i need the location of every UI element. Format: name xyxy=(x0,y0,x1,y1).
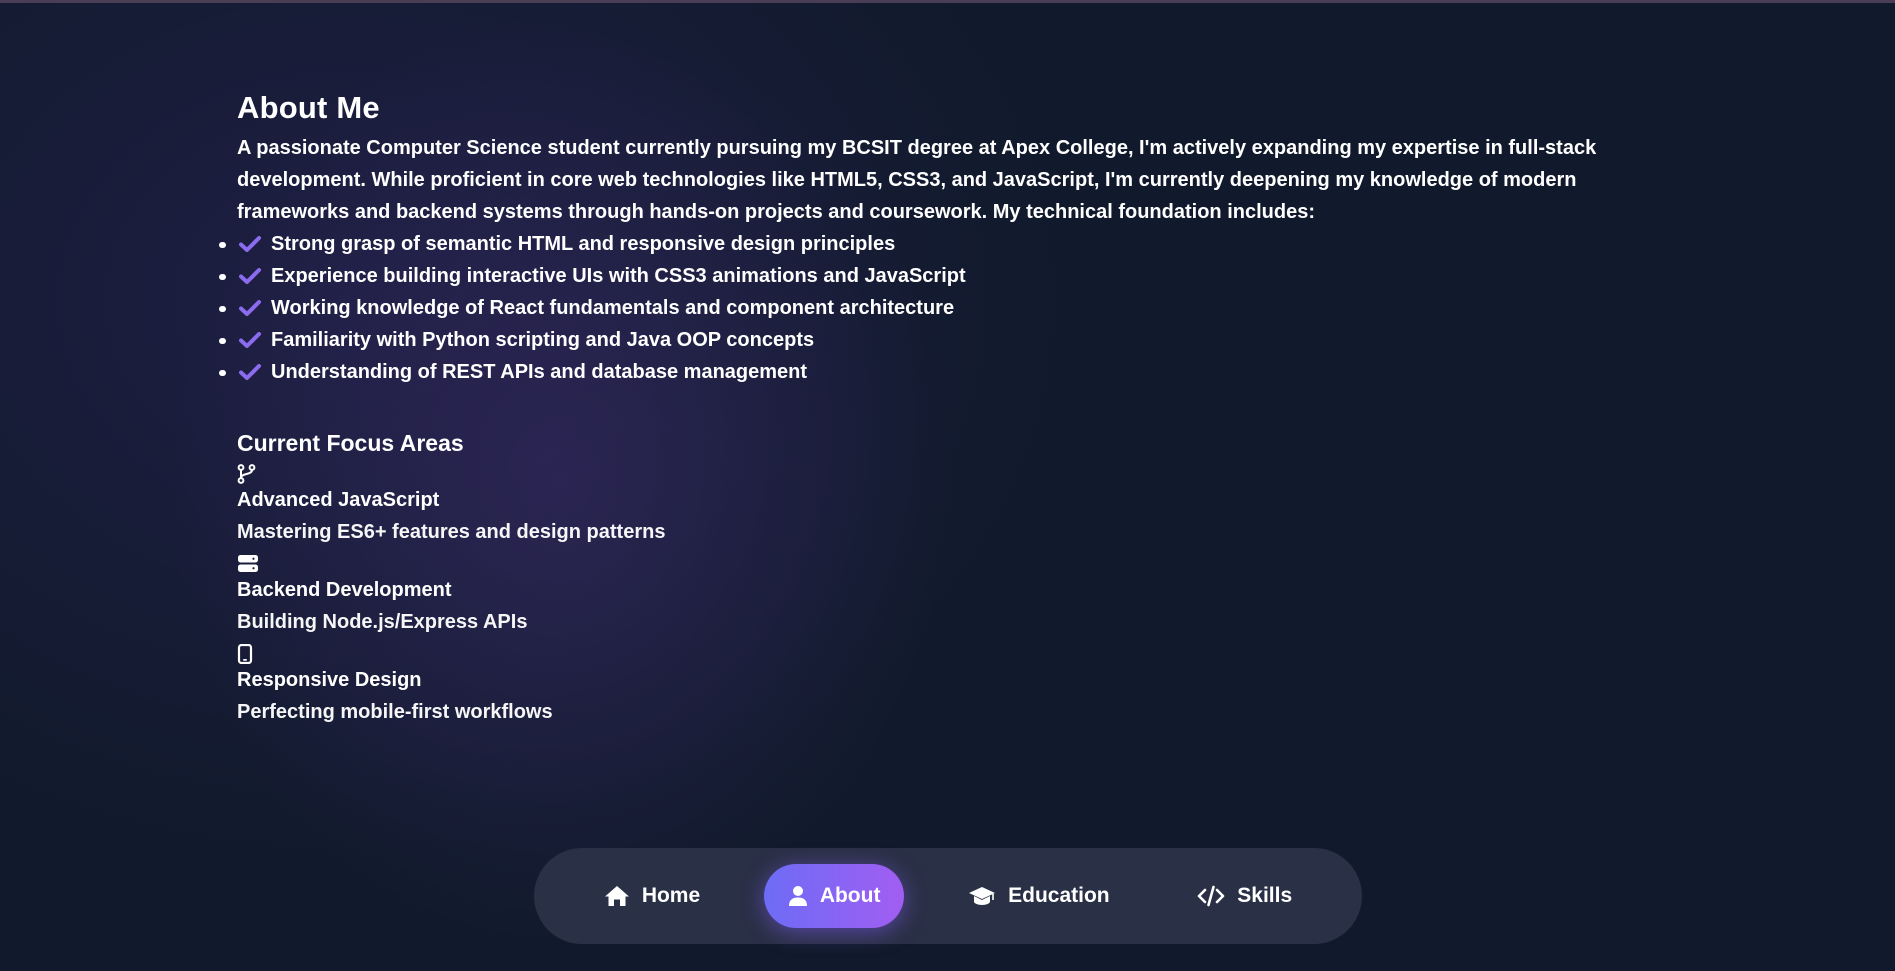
page-title: About Me xyxy=(237,90,380,125)
list-item: Understanding of REST APIs and database … xyxy=(220,356,1657,388)
focus-item-desc: Perfecting mobile-first workflows xyxy=(237,701,553,723)
nav-item-about[interactable]: About xyxy=(763,864,905,928)
check-icon xyxy=(239,332,261,348)
list-item-text: Working knowledge of React fundamentals … xyxy=(271,297,955,319)
check-icon xyxy=(239,236,261,252)
nav-item-label: Education xyxy=(1008,884,1110,907)
nav-item-label: Home xyxy=(641,884,701,907)
focus-item-javascript: Advanced JavaScript Mastering ES6+ featu… xyxy=(237,458,1657,548)
check-icon xyxy=(239,364,261,380)
nav-item-label: Skills xyxy=(1237,884,1293,907)
nav-item-skills[interactable]: Skills xyxy=(1173,864,1316,928)
bullet xyxy=(220,242,226,248)
focus-item-title: Responsive Design xyxy=(237,669,422,691)
focus-item-title: Advanced JavaScript xyxy=(237,489,440,511)
list-item: Strong grasp of semantic HTML and respon… xyxy=(220,228,1657,260)
bullet xyxy=(220,370,226,376)
list-item-text: Experience building interactive UIs with… xyxy=(271,265,966,287)
nav-item-home[interactable]: Home xyxy=(580,864,724,928)
focus-item-title: Backend Development xyxy=(237,579,452,601)
focus-areas-title: Current Focus Areas xyxy=(237,430,464,456)
list-item: Experience building interactive UIs with… xyxy=(220,260,1657,292)
list-item-text: Familiarity with Python scripting and Ja… xyxy=(271,329,815,351)
nav-item-education[interactable]: Education xyxy=(944,864,1134,928)
skills-list: Strong grasp of semantic HTML and respon… xyxy=(220,228,1657,388)
top-border xyxy=(0,0,1895,3)
list-item: Working knowledge of React fundamentals … xyxy=(220,292,1657,324)
mobile-icon xyxy=(237,638,1657,665)
list-item-text: Understanding of REST APIs and database … xyxy=(271,361,808,383)
focus-item-backend: Backend Development Building Node.js/Exp… xyxy=(237,548,1657,638)
code-icon xyxy=(1197,885,1225,907)
check-icon xyxy=(239,300,261,316)
list-item-text: Strong grasp of semantic HTML and respon… xyxy=(271,233,896,255)
bullet xyxy=(220,274,226,280)
code-branch-icon xyxy=(237,458,1657,484)
user-icon xyxy=(788,886,807,906)
focus-item-responsive: Responsive Design Perfecting mobile-firs… xyxy=(237,638,1657,728)
bullet xyxy=(220,338,226,344)
graduation-cap-icon xyxy=(969,887,996,905)
home-icon xyxy=(604,886,629,906)
about-section: About Me A passionate Computer Science s… xyxy=(220,88,1657,728)
bullet xyxy=(220,306,226,312)
focus-item-desc: Mastering ES6+ features and design patte… xyxy=(237,521,666,543)
check-icon xyxy=(239,268,261,284)
nav-item-label: About xyxy=(819,884,881,907)
list-item: Familiarity with Python scripting and Ja… xyxy=(220,324,1657,356)
focus-item-desc: Building Node.js/Express APIs xyxy=(237,611,528,633)
bottom-nav: Home About Education Skills xyxy=(534,848,1362,944)
server-icon xyxy=(237,548,1657,574)
about-intro: A passionate Computer Science student cu… xyxy=(237,137,1597,223)
